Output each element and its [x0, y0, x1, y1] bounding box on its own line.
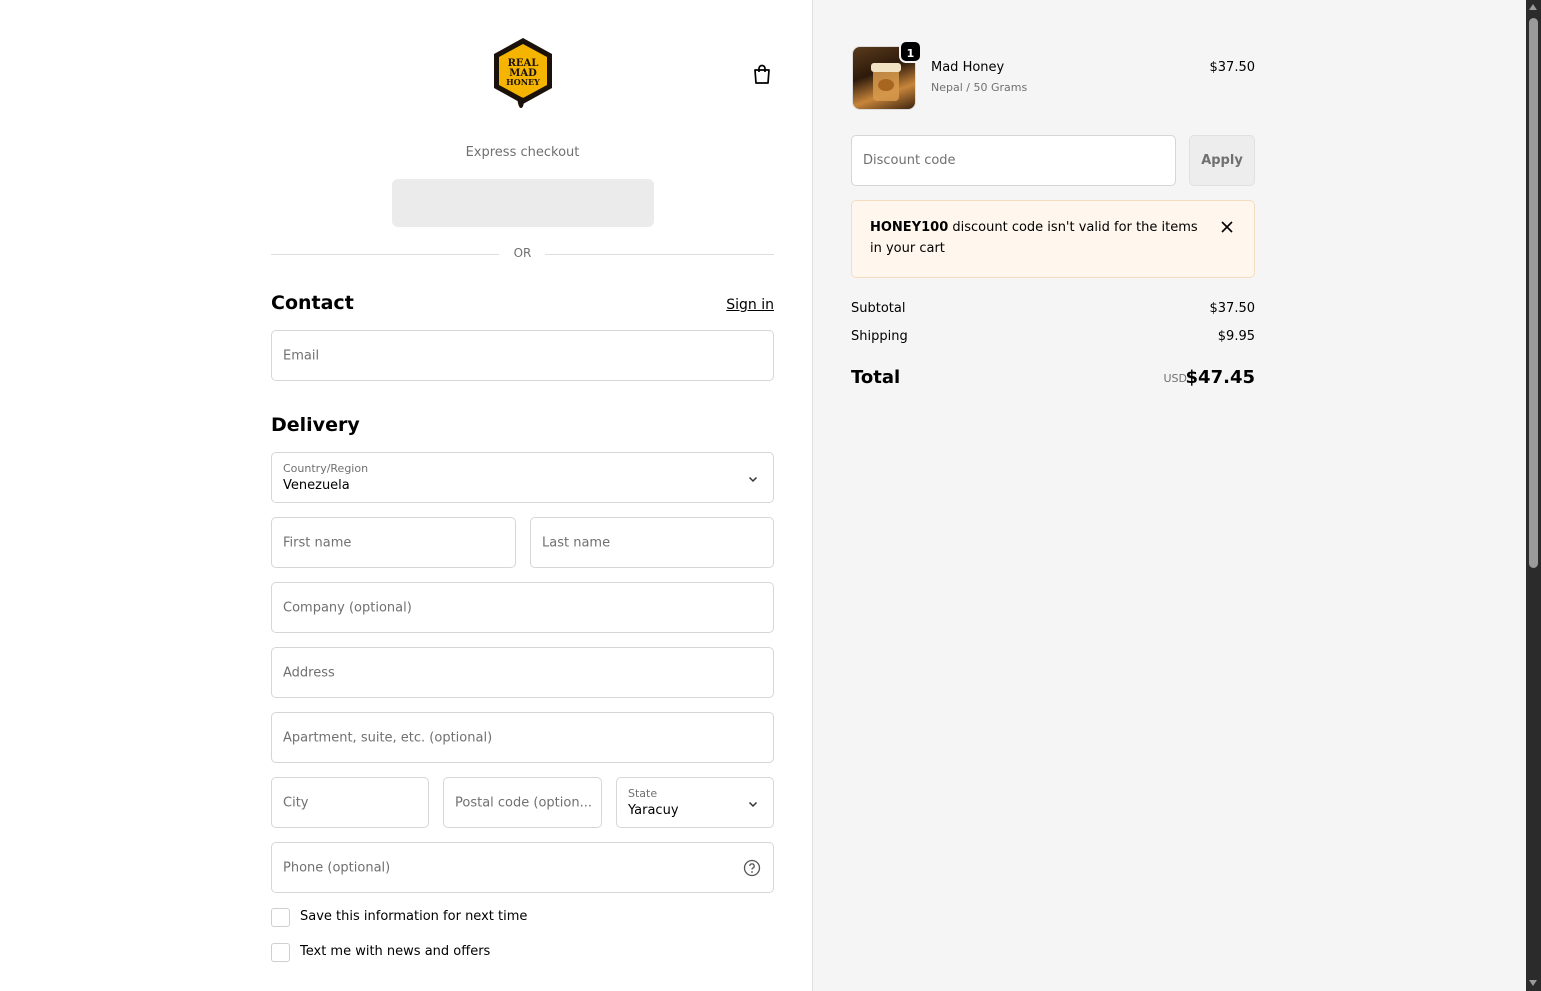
- save-info-checkbox[interactable]: [271, 908, 290, 927]
- save-info-label: Save this information for next time: [300, 909, 528, 924]
- city-field[interactable]: City: [271, 777, 429, 828]
- shopping-bag-icon[interactable]: [750, 62, 774, 86]
- shipping-value: $9.95: [1217, 329, 1255, 344]
- subtotal-row: Subtotal $37.50: [851, 301, 1255, 319]
- alert-message: HONEY100 discount code isn't valid for t…: [870, 217, 1200, 259]
- postal-code-placeholder: Postal code (option...: [455, 795, 591, 810]
- discount-code-placeholder: Discount code: [863, 153, 956, 168]
- checkout-form-panel: REAL MAD HONEY Express checkout OR Conta…: [0, 0, 812, 991]
- country-value: Venezuela: [283, 478, 350, 493]
- or-text: OR: [513, 246, 532, 260]
- help-circle-icon[interactable]: [743, 859, 761, 877]
- brand-logo[interactable]: REAL MAD HONEY: [491, 36, 555, 110]
- state-label: State: [628, 787, 658, 800]
- address-placeholder: Address: [283, 665, 335, 680]
- company-field[interactable]: Company (optional): [271, 582, 774, 633]
- text-me-checkbox[interactable]: [271, 943, 290, 962]
- total-label: Total: [851, 367, 901, 388]
- shipping-row: Shipping $9.95: [851, 329, 1255, 347]
- company-placeholder: Company (optional): [283, 600, 412, 615]
- state-value: Yaracuy: [628, 803, 679, 818]
- close-icon[interactable]: [1220, 220, 1234, 234]
- text-me-label: Text me with news and offers: [300, 944, 491, 959]
- last-name-field[interactable]: Last name: [530, 517, 774, 568]
- chevron-down-icon: [748, 801, 758, 808]
- total-value: $47.45: [1185, 367, 1255, 388]
- or-divider: OR: [271, 245, 774, 263]
- product-price: $37.50: [1209, 60, 1256, 75]
- postal-code-field[interactable]: Postal code (option...: [443, 777, 602, 828]
- address-field[interactable]: Address: [271, 647, 774, 698]
- scrollbar-thumb[interactable]: [1529, 18, 1538, 568]
- product-variant: Nepal / 50 Grams: [931, 81, 1028, 94]
- total-row: Total USD $47.45: [851, 367, 1255, 393]
- subtotal-label: Subtotal: [851, 301, 906, 316]
- discount-error-alert: HONEY100 discount code isn't valid for t…: [851, 200, 1255, 278]
- country-label: Country/Region: [283, 462, 369, 475]
- subtotal-value: $37.50: [1209, 301, 1256, 316]
- checkout-page: REAL MAD HONEY Express checkout OR Conta…: [0, 0, 1541, 991]
- first-name-field[interactable]: First name: [271, 517, 516, 568]
- logo-line-3: HONEY: [506, 77, 540, 87]
- contact-heading: Contact: [271, 292, 354, 314]
- discount-code-field[interactable]: Discount code: [851, 135, 1176, 186]
- delivery-heading: Delivery: [271, 414, 360, 436]
- express-checkout-label: Express checkout: [465, 145, 580, 160]
- currency-code: USD: [1163, 372, 1187, 385]
- scroll-up-arrow-icon[interactable]: [1529, 4, 1537, 10]
- express-checkout-button[interactable]: [392, 179, 654, 227]
- state-select[interactable]: State Yaracuy: [616, 777, 774, 828]
- quantity-badge: 1: [899, 40, 922, 63]
- email-field[interactable]: Email: [271, 330, 774, 381]
- apartment-field[interactable]: Apartment, suite, etc. (optional): [271, 712, 774, 763]
- product-name: Mad Honey: [931, 60, 1005, 75]
- first-name-placeholder: First name: [283, 535, 352, 550]
- chevron-down-icon: [748, 476, 758, 483]
- city-placeholder: City: [283, 795, 309, 810]
- apply-discount-button[interactable]: Apply: [1189, 135, 1255, 186]
- scrollbar[interactable]: [1526, 0, 1541, 991]
- country-select[interactable]: Country/Region Venezuela: [271, 452, 774, 503]
- phone-placeholder: Phone (optional): [283, 860, 391, 875]
- apartment-placeholder: Apartment, suite, etc. (optional): [283, 730, 493, 745]
- phone-field[interactable]: Phone (optional): [271, 842, 774, 893]
- email-placeholder: Email: [283, 348, 320, 363]
- sign-in-link[interactable]: Sign in: [726, 297, 774, 313]
- shipping-label: Shipping: [851, 329, 908, 344]
- scroll-down-arrow-icon[interactable]: [1529, 980, 1537, 986]
- last-name-placeholder: Last name: [542, 535, 611, 550]
- divider-line-right: [545, 254, 774, 255]
- alert-code: HONEY100: [870, 220, 949, 235]
